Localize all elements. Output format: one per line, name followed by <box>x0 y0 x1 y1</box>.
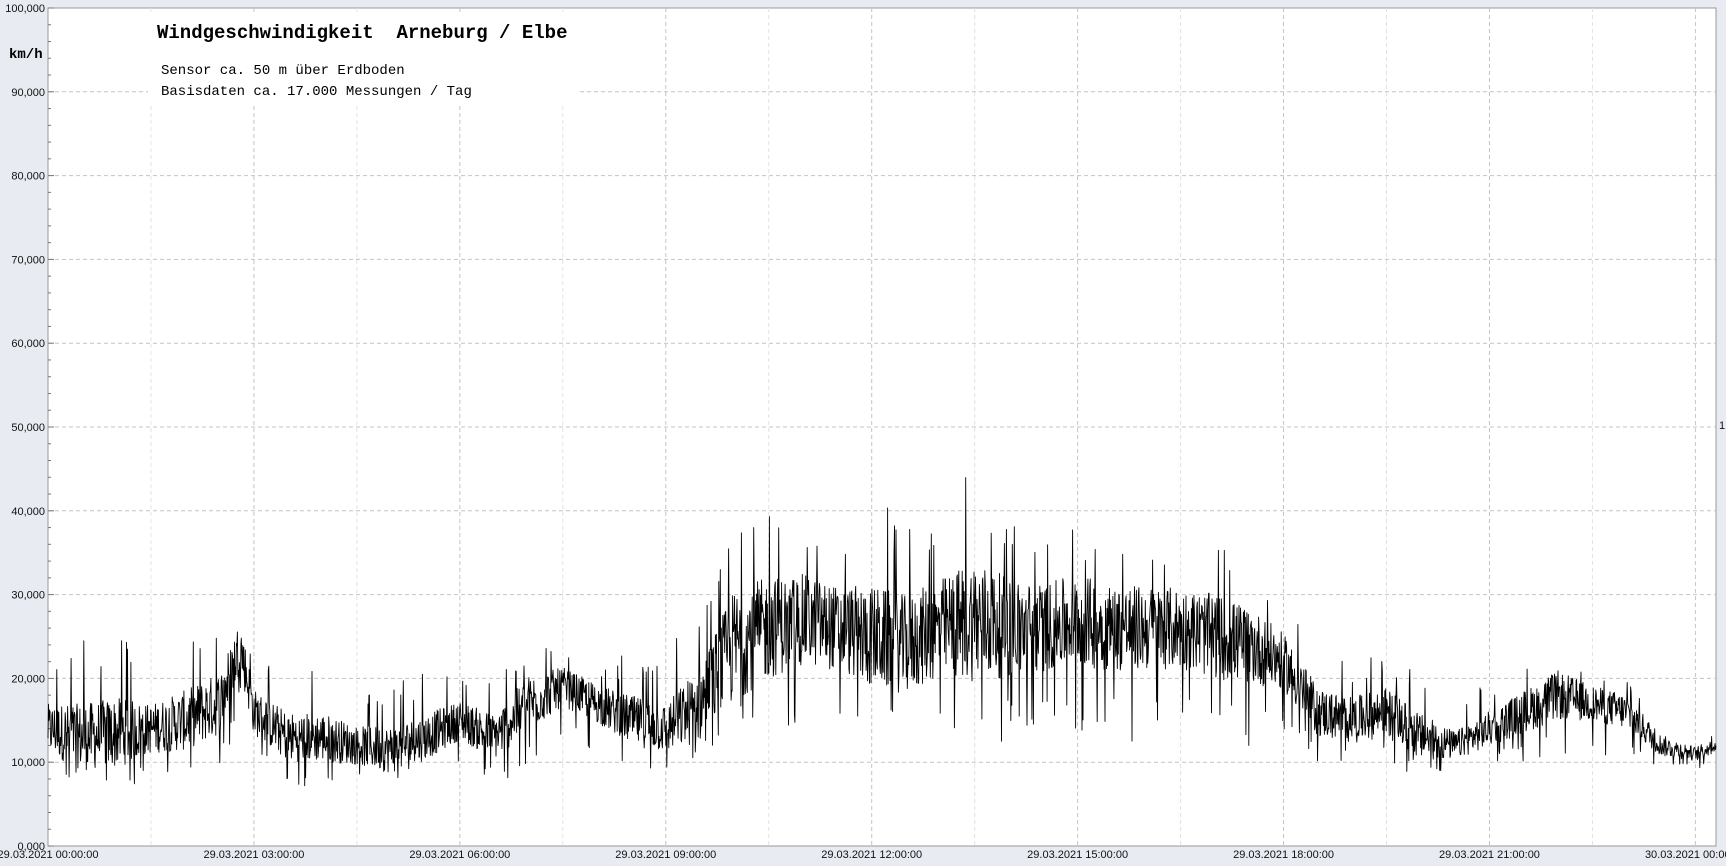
y-tick-label: 80,000 <box>11 171 45 183</box>
y-tick-label: 10,000 <box>11 757 45 769</box>
chart-svg: Windgeschwindigkeit Arneburg / Elbe Sens… <box>0 0 1726 866</box>
x-tick-label: 29.03.2021 00:00:00 <box>0 849 98 861</box>
x-tick-label: 29.03.2021 06:00:00 <box>409 849 510 861</box>
x-tick-label: 29.03.2021 15:00:00 <box>1027 849 1128 861</box>
x-tick-label: 29.03.2021 18:00:00 <box>1233 849 1334 861</box>
chart-subtitle-2: Basisdaten ca. 17.000 Messungen / Tag <box>161 84 472 100</box>
y-tick-label: 50,000 <box>11 422 45 434</box>
chart-subtitle-1: Sensor ca. 50 m über Erdboden <box>161 63 405 79</box>
x-tick-label: 29.03.2021 21:00:00 <box>1439 849 1540 861</box>
y-tick-label: 30,000 <box>11 590 45 602</box>
y-tick-label: 20,000 <box>11 673 45 685</box>
right-edge-label: 1 <box>1719 420 1725 432</box>
y-tick-label: 60,000 <box>11 338 45 350</box>
y-tick-label: 90,000 <box>11 87 45 99</box>
y-axis-label: km/h <box>9 47 43 63</box>
x-tick-label: 29.03.2021 12:00:00 <box>821 849 922 861</box>
wind-speed-chart: Windgeschwindigkeit Arneburg / Elbe Sens… <box>0 0 1726 866</box>
x-tick-label: 30.03.2021 00:00:00 <box>1645 849 1726 861</box>
x-tick-label: 29.03.2021 09:00:00 <box>615 849 716 861</box>
y-tick-label: 100,000 <box>5 3 45 15</box>
y-tick-label: 40,000 <box>11 506 45 518</box>
chart-title: Windgeschwindigkeit Arneburg / Elbe <box>157 22 567 44</box>
x-tick-labels: 29.03.2021 00:00:00 29.03.2021 03:00:00 29… <box>0 849 1726 861</box>
x-tick-label: 29.03.2021 03:00:00 <box>203 849 304 861</box>
y-tick-label: 70,000 <box>11 254 45 266</box>
